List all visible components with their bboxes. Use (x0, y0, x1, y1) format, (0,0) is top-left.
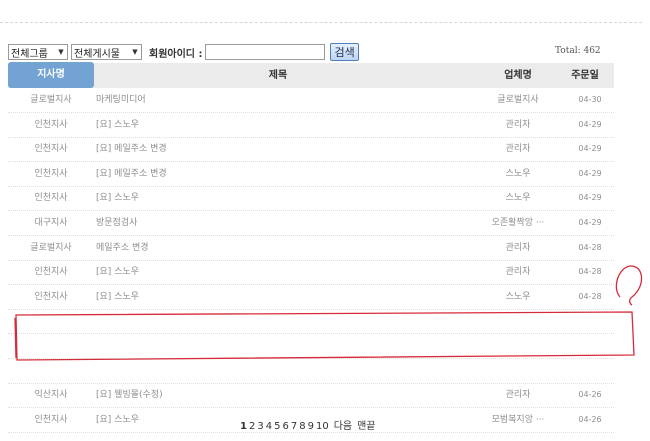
table-row[interactable]: 글로벌지사 마케팅미디어 글로벌지사 04-30 (8, 88, 614, 113)
page-link[interactable]: 1 (240, 421, 247, 432)
cell-company: 오존활짝앙 ··· (491, 218, 545, 228)
cell-branch: 인천지사 (34, 119, 68, 130)
table-row[interactable] (8, 334, 614, 359)
table-row[interactable]: 인천지사 [요] 스노우 관리자 04-29 (8, 113, 614, 138)
table-row[interactable]: 인천지사 [요] 메일주소 변경 관리자 04-29 (8, 137, 614, 163)
table-row[interactable]: 인천지사 [요] 메일주소 변경 스노우 04-29 (8, 162, 614, 187)
cell-order-date: 04-30 (578, 95, 602, 104)
cell-company (468, 359, 568, 383)
cell-company: 관리자 (505, 267, 531, 278)
chevron-down-icon: ▼ (132, 48, 138, 56)
last-page-link[interactable]: 맨끝 (357, 421, 375, 432)
cell-order-date (570, 359, 610, 383)
table-row[interactable]: 대구지사 방문점검사 오존활짝앙 ··· 04-29 (8, 211, 614, 236)
cell-title[interactable]: 마케팅미디어 (96, 88, 426, 112)
table-row[interactable]: 글로벌지사 메일주소 변경 관리자 04-28 (8, 236, 614, 261)
column-header-company[interactable]: 업체명 (483, 63, 553, 88)
table-row[interactable]: 익산지사 [요] 웰빙몰(수정) 관리자 04-26 (8, 383, 614, 409)
cell-company: 관리자 (505, 390, 531, 401)
red-question-mark (615, 265, 643, 306)
cell-order-date: 04-29 (578, 168, 602, 178)
member-id-label: 회원아이디 : (149, 48, 203, 60)
page-link[interactable]: 5 (274, 421, 280, 432)
chevron-down-icon: ▼ (58, 48, 64, 56)
board-select-value: 전체게시물 (74, 48, 120, 60)
board-select[interactable]: 전체게시물 ▼ (71, 44, 142, 60)
cell-branch (8, 309, 94, 333)
cell-title[interactable]: [요] 웰빙몰(수정) (96, 383, 426, 407)
cell-branch: 인천지사 (34, 193, 68, 204)
page-link[interactable]: 2 (249, 421, 255, 432)
cell-branch: 인천지사 (34, 414, 68, 425)
cell-order-date: 04-28 (578, 291, 602, 301)
cell-order-date (570, 309, 610, 333)
table-row[interactable]: 인천지사 [요] 스노우 관리자 04-28 (8, 260, 614, 286)
cell-order-date: 04-28 (578, 242, 602, 252)
filter-bar: 전체그룹 ▼ 전체게시물 ▼ 회원아이디 : 검색 (8, 43, 359, 61)
table-row[interactable]: 인천지사 [요] 스노우 스노우 04-28 (8, 285, 614, 310)
cell-title[interactable]: [요] 메일주소 변경 (96, 162, 426, 186)
table-row[interactable] (8, 359, 614, 384)
member-id-input[interactable] (205, 44, 326, 60)
cell-order-date: 04-28 (578, 267, 602, 277)
cell-title[interactable] (96, 334, 426, 358)
page-link[interactable]: 10 (316, 421, 329, 432)
pagination: 1 2 3 4 5 6 7 8 9 10 다음 맨끝 (240, 417, 378, 432)
cell-title[interactable]: [요] 메일주소 변경 (96, 137, 426, 161)
cell-company: 관리자 (505, 144, 531, 155)
next-page-link[interactable]: 다음 (334, 421, 352, 432)
cell-branch: 인천지사 (34, 291, 68, 302)
table-header: 지사명 제목 업체명 주문일 (8, 62, 614, 88)
total-count: Total: 462 (555, 46, 601, 56)
cell-title[interactable] (96, 359, 426, 383)
cell-branch: 글로벌지사 (30, 242, 72, 253)
cell-order-date: 04-29 (578, 193, 602, 203)
group-select[interactable]: 전체그룹 ▼ (8, 44, 68, 60)
page-link[interactable]: 7 (291, 421, 297, 432)
cell-title[interactable]: [요] 스노우 (96, 113, 426, 137)
cell-title[interactable]: [요] 스노우 (96, 260, 426, 284)
cell-company (468, 334, 568, 358)
column-header-order-date[interactable]: 주문일 (561, 63, 609, 88)
cell-title[interactable]: 방문점검사 (96, 211, 426, 235)
cell-company (468, 309, 568, 333)
table-row[interactable] (8, 309, 614, 335)
cell-title[interactable] (96, 309, 426, 333)
cell-branch: 글로벌지사 (30, 95, 72, 105)
cell-company: 관리자 (505, 242, 531, 253)
cell-company: 모범복지앙 ··· (491, 414, 545, 425)
page-link[interactable]: 3 (257, 421, 263, 432)
cell-order-date: 04-29 (578, 144, 602, 154)
cell-company: 스노우 (505, 291, 531, 302)
cell-branch: 대구지사 (34, 218, 68, 228)
cell-order-date: 04-29 (578, 218, 602, 227)
cell-branch: 인천지사 (34, 267, 68, 278)
cell-company: 스노우 (505, 168, 531, 179)
table-row[interactable]: 인천지사 [요] 스노우 스노우 04-29 (8, 186, 614, 212)
column-header-title[interactable]: 제목 (178, 63, 378, 88)
cell-company: 글로벌지사 (497, 95, 539, 105)
cell-branch: 인천지사 (34, 144, 68, 155)
group-select-value: 전체그룹 (11, 48, 48, 60)
cell-order-date: 04-26 (578, 390, 602, 400)
page-link[interactable]: 4 (266, 421, 272, 432)
cell-branch (8, 334, 94, 358)
cell-order-date (570, 334, 610, 358)
cell-title[interactable]: 메일주소 변경 (96, 236, 426, 260)
column-header-branch[interactable]: 지사명 (8, 62, 94, 88)
cell-branch (8, 359, 94, 383)
search-button[interactable]: 검색 (330, 43, 359, 61)
cell-company: 관리자 (505, 119, 531, 130)
page-link[interactable]: 8 (299, 421, 305, 432)
top-divider (0, 22, 642, 23)
cell-order-date: 04-26 (578, 414, 602, 424)
cell-branch: 익산지사 (34, 390, 68, 401)
page-link[interactable]: 9 (308, 421, 314, 432)
cell-company: 스노우 (505, 193, 531, 204)
cell-branch: 인천지사 (34, 168, 68, 179)
cell-title[interactable]: [요] 스노우 (96, 285, 426, 309)
page-link[interactable]: 6 (282, 421, 288, 432)
cell-title[interactable]: [요] 스노우 (96, 186, 426, 210)
cell-order-date: 04-29 (578, 119, 602, 129)
